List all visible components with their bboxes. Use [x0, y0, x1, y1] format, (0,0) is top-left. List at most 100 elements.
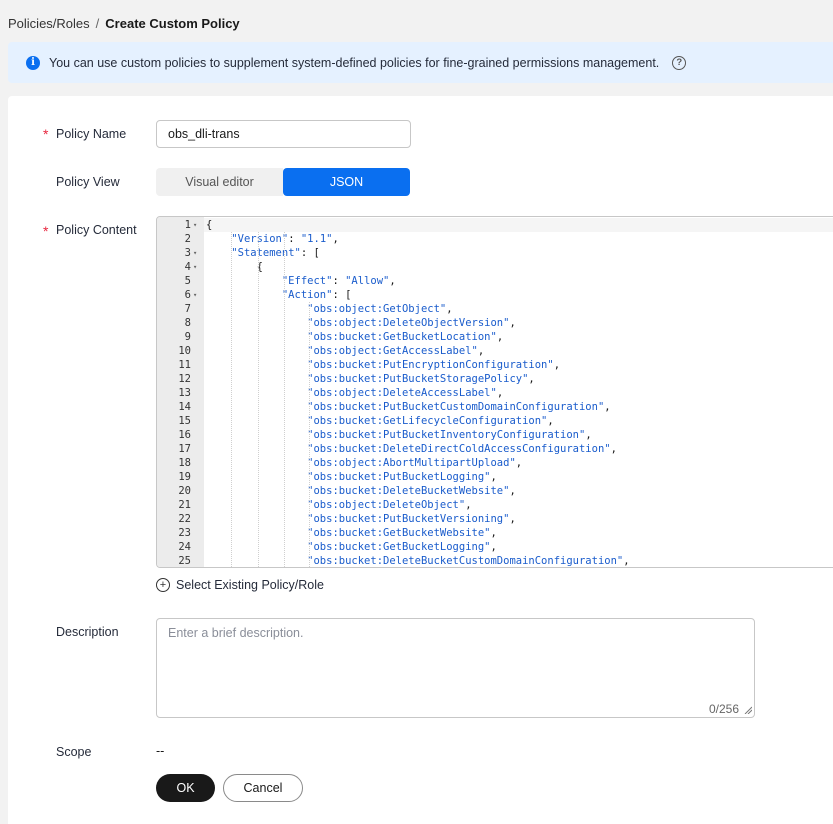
code-line: "obs:bucket:PutBucketCustomDomainConfigu…	[307, 401, 611, 413]
line-number: 2	[157, 232, 204, 246]
policy-name-label: Policy Name	[56, 127, 127, 141]
json-code-editor[interactable]: 1 ▾ 2 3 ▾ 4 ▾ 5 6 ▾ 7 8 9 10 11 12 13 14 15 16 17 18 19 20 21 22 2…	[156, 216, 833, 568]
visual-editor-option[interactable]: Visual editor	[156, 168, 283, 196]
code-line: "Version": "1.1",	[231, 233, 339, 245]
line-number: 12	[157, 372, 204, 386]
plus-circle-icon: +	[156, 578, 170, 592]
line-number: 10	[157, 344, 204, 358]
policy-content-label: Policy Content	[56, 223, 137, 237]
fold-arrow-icon[interactable]: ▾	[191, 260, 200, 274]
indent-guide	[284, 232, 285, 567]
policy-name-input[interactable]	[156, 120, 411, 148]
resize-handle-icon[interactable]	[744, 706, 752, 714]
line-number: 15	[157, 414, 204, 428]
code-line: "obs:object:GetAccessLabel",	[307, 345, 485, 357]
code-line: "obs:object:DeleteAccessLabel",	[307, 387, 504, 399]
select-existing-label: Select Existing Policy/Role	[176, 578, 324, 592]
indent-guide	[231, 232, 232, 567]
line-number: 7	[157, 302, 204, 316]
line-number: 19	[157, 470, 204, 484]
description-textarea[interactable]	[156, 618, 755, 718]
code-line: "obs:object:AbortMultipartUpload",	[307, 457, 523, 469]
line-number: 5	[157, 274, 204, 288]
line-number: 20	[157, 484, 204, 498]
json-option[interactable]: JSON	[283, 168, 410, 196]
policy-view-label: Policy View	[56, 175, 120, 189]
info-banner: i You can use custom policies to supplem…	[8, 42, 833, 83]
code-line: "obs:bucket:PutBucketInventoryConfigurat…	[307, 429, 592, 441]
code-line: "obs:bucket:PutBucketVersioning",	[307, 513, 516, 525]
scope-label: Scope	[56, 745, 92, 759]
line-number: 21	[157, 498, 204, 512]
policy-view-toggle: Visual editor JSON	[156, 168, 410, 196]
line-number: 4 ▾	[157, 260, 204, 274]
code-line: "Action": [	[281, 289, 352, 301]
code-line: "Effect": "Allow",	[281, 275, 396, 287]
code-line: "Statement": [	[231, 247, 320, 259]
code-line: "obs:bucket:GetBucketLocation",	[307, 331, 504, 343]
line-number: 9	[157, 330, 204, 344]
info-icon: i	[26, 55, 40, 70]
info-banner-text: You can use custom policies to supplemen…	[49, 55, 660, 70]
code-line: {	[206, 261, 263, 273]
page-title: Create Custom Policy	[105, 16, 240, 31]
breadcrumb: Policies/Roles / Create Custom Policy	[8, 16, 240, 31]
line-number: 23	[157, 526, 204, 540]
fold-arrow-icon[interactable]: ▾	[191, 246, 200, 260]
code-line: "obs:bucket:PutBucketLogging",	[307, 471, 497, 483]
line-number: 24	[157, 540, 204, 554]
line-number-gutter: 1 ▾ 2 3 ▾ 4 ▾ 5 6 ▾ 7 8 9 10 11 12 13 14 15 16 17 18 19 20 21 22 2…	[157, 217, 204, 567]
line-number: 3 ▾	[157, 246, 204, 260]
help-icon[interactable]: ?	[672, 55, 687, 70]
fold-arrow-icon[interactable]: ▾	[191, 218, 200, 232]
line-number: 16	[157, 428, 204, 442]
line-number: 17	[157, 442, 204, 456]
line-number: 25	[157, 554, 204, 567]
code-line: "obs:bucket:GetBucketWebsite",	[307, 527, 497, 539]
line-number: 11	[157, 358, 204, 372]
code-line: "obs:bucket:DeleteBucketCustomDomainConf…	[307, 555, 630, 567]
breadcrumb-policies-roles-link[interactable]: Policies/Roles	[8, 16, 90, 31]
indent-guide	[258, 232, 259, 567]
description-label: Description	[56, 625, 119, 639]
code-line: "obs:object:GetObject",	[307, 303, 453, 315]
cancel-button[interactable]: Cancel	[223, 774, 303, 802]
ok-button[interactable]: OK	[156, 774, 215, 802]
select-existing-policy-link[interactable]: + Select Existing Policy/Role	[156, 578, 324, 592]
code-line: "obs:bucket:PutEncryptionConfiguration",	[307, 359, 561, 371]
code-line: "obs:object:DeleteObjectVersion",	[307, 317, 516, 329]
fold-arrow-icon[interactable]: ▾	[191, 288, 200, 302]
code-line: "obs:bucket:DeleteBucketWebsite",	[307, 485, 516, 497]
line-number: 18	[157, 456, 204, 470]
code-line: "obs:bucket:DeleteDirectColdAccessConfig…	[307, 443, 617, 455]
line-number: 6 ▾	[157, 288, 204, 302]
code-line: {	[204, 218, 833, 232]
required-marker: *	[43, 126, 49, 142]
description-char-counter: 0/256	[709, 702, 740, 716]
required-marker: *	[43, 223, 49, 239]
breadcrumb-separator: /	[95, 16, 100, 31]
code-area[interactable]: { "Version": "1.1", "Statement": [ { "Ef…	[204, 217, 833, 567]
form-card: * Policy Name Policy View Visual editor …	[8, 96, 833, 824]
line-number: 13	[157, 386, 204, 400]
